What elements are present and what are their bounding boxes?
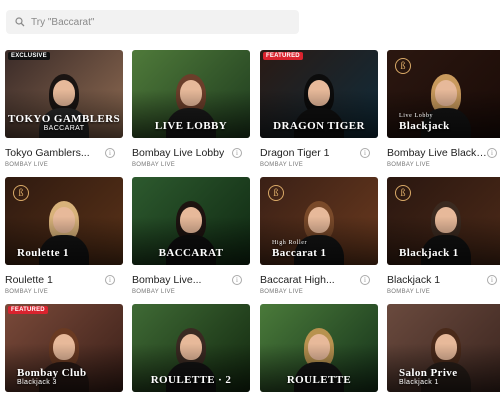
game-overlay-title: ROULETTE · 2 — [132, 374, 250, 386]
game-overlay-name: LIVE LOBBY — [154, 120, 228, 132]
game-card[interactable]: LIVE LOBBY Bombay Live Lobby i BOMBAY LI… — [132, 50, 250, 168]
game-card[interactable]: ROULETTE — [260, 304, 378, 392]
game-overlay-title: Roulette 1 — [17, 247, 123, 259]
game-overlay-name: Baccarat 1 — [272, 247, 327, 259]
game-overlay-name: Blackjack — [399, 120, 450, 132]
game-thumbnail[interactable]: ROULETTE · 2 — [132, 304, 250, 392]
game-overlay-title: High Roller Baccarat 1 — [272, 240, 378, 259]
game-card[interactable]: ROULETTE · 2 — [132, 304, 250, 392]
game-thumbnail[interactable]: ß Roulette 1 — [5, 177, 123, 265]
brand-logo: ß — [395, 185, 411, 201]
info-icon[interactable]: i — [487, 275, 497, 285]
game-thumbnail[interactable]: ß High Roller Baccarat 1 — [260, 177, 378, 265]
game-card[interactable]: BACCARAT Bombay Live... i BOMBAY LIVE — [132, 177, 250, 295]
game-provider: BOMBAY LIVE — [260, 289, 304, 295]
game-provider: BOMBAY LIVE — [260, 162, 304, 168]
game-card[interactable]: ß Blackjack 1 Blackjack 1 i BOMBAY LIVE — [387, 177, 500, 295]
game-title[interactable]: Tokyo Gamblers... — [5, 147, 90, 159]
game-title[interactable]: Blackjack 1 — [387, 274, 440, 286]
game-overlay-title: TOKYO GAMBLERS BACCARAT — [5, 113, 123, 132]
game-thumbnail[interactable]: Salon Prive Blackjack 1 — [387, 304, 500, 392]
game-overlay-subtitle: High Roller — [272, 240, 308, 246]
game-provider: BOMBAY LIVE — [387, 289, 431, 295]
game-card[interactable]: FEATURED Bombay Club Blackjack 3 — [5, 304, 123, 392]
game-overlay-title: LIVE LOBBY — [132, 120, 250, 132]
game-overlay-caption: Blackjack 3 — [17, 379, 57, 386]
game-card[interactable]: ß High Roller Baccarat 1 Baccarat High..… — [260, 177, 378, 295]
game-thumbnail[interactable]: ß Live Lobby Blackjack — [387, 50, 500, 138]
game-overlay-title: Salon Prive Blackjack 1 — [399, 367, 500, 386]
game-overlay-name: Roulette 1 — [17, 247, 69, 259]
game-overlay-caption: BACCARAT — [43, 125, 85, 132]
game-provider: BOMBAY LIVE — [5, 162, 49, 168]
game-overlay-name: ROULETTE · 2 — [150, 374, 232, 386]
game-overlay-title: DRAGON TIGER — [260, 120, 378, 132]
game-card[interactable]: Salon Prive Blackjack 1 — [387, 304, 500, 392]
game-badge: FEATURED — [263, 52, 303, 60]
game-overlay-name: Blackjack 1 — [399, 247, 459, 259]
game-overlay-name: Bombay Club — [17, 367, 87, 379]
game-thumbnail[interactable]: BACCARAT — [132, 177, 250, 265]
info-icon[interactable]: i — [232, 275, 242, 285]
game-provider: BOMBAY LIVE — [132, 289, 176, 295]
game-thumbnail[interactable]: FEATURED DRAGON TIGER — [260, 50, 378, 138]
info-icon[interactable]: i — [360, 275, 370, 285]
game-card[interactable]: FEATURED DRAGON TIGER Dragon Tiger 1 i B… — [260, 50, 378, 168]
game-title[interactable]: Baccarat High... — [260, 274, 335, 286]
search-bar[interactable] — [6, 10, 299, 34]
game-overlay-name: Salon Prive — [399, 367, 458, 379]
game-badge: EXCLUSIVE — [8, 52, 50, 60]
game-thumbnail[interactable]: ß Blackjack 1 — [387, 177, 500, 265]
game-overlay-name: BACCARAT — [158, 247, 224, 259]
info-icon[interactable]: i — [487, 148, 497, 158]
game-title[interactable]: Bombay Live... — [132, 274, 201, 286]
game-provider: BOMBAY LIVE — [387, 162, 431, 168]
game-overlay-name: DRAGON TIGER — [273, 120, 365, 132]
info-icon[interactable]: i — [360, 148, 370, 158]
game-overlay-title: Live Lobby Blackjack — [399, 113, 500, 132]
search-input[interactable] — [31, 16, 271, 28]
game-provider: BOMBAY LIVE — [5, 289, 49, 295]
game-card[interactable]: EXCLUSIVE TOKYO GAMBLERS BACCARAT Tokyo … — [5, 50, 123, 168]
game-overlay-name: TOKYO GAMBLERS — [7, 113, 121, 125]
info-icon[interactable]: i — [232, 148, 242, 158]
game-thumbnail[interactable]: LIVE LOBBY — [132, 50, 250, 138]
game-thumbnail[interactable]: EXCLUSIVE TOKYO GAMBLERS BACCARAT — [5, 50, 123, 138]
game-title[interactable]: Bombay Live Blackja... — [387, 147, 487, 159]
brand-logo: ß — [13, 185, 29, 201]
info-icon[interactable]: i — [105, 148, 115, 158]
game-thumbnail[interactable]: ROULETTE — [260, 304, 378, 392]
game-overlay-title: Bombay Club Blackjack 3 — [17, 367, 123, 386]
game-card[interactable]: ß Live Lobby Blackjack Bombay Live Black… — [387, 50, 500, 168]
brand-logo: ß — [395, 58, 411, 74]
game-thumbnail[interactable]: FEATURED Bombay Club Blackjack 3 — [5, 304, 123, 392]
game-title[interactable]: Bombay Live Lobby — [132, 147, 224, 159]
game-overlay-title: ROULETTE — [260, 374, 378, 386]
brand-logo: ß — [268, 185, 284, 201]
game-badge: FEATURED — [8, 306, 48, 314]
game-overlay-subtitle: Live Lobby — [399, 113, 434, 119]
game-title[interactable]: Dragon Tiger 1 — [260, 147, 329, 159]
game-card[interactable]: ß Roulette 1 Roulette 1 i BOMBAY LIVE — [5, 177, 123, 295]
search-icon — [15, 17, 25, 27]
info-icon[interactable]: i — [105, 275, 115, 285]
game-provider: BOMBAY LIVE — [132, 162, 176, 168]
game-overlay-title: BACCARAT — [132, 247, 250, 259]
game-overlay-caption: Blackjack 1 — [399, 379, 439, 386]
game-title[interactable]: Roulette 1 — [5, 274, 53, 286]
game-overlay-name: ROULETTE — [286, 374, 352, 386]
game-overlay-title: Blackjack 1 — [399, 247, 500, 259]
